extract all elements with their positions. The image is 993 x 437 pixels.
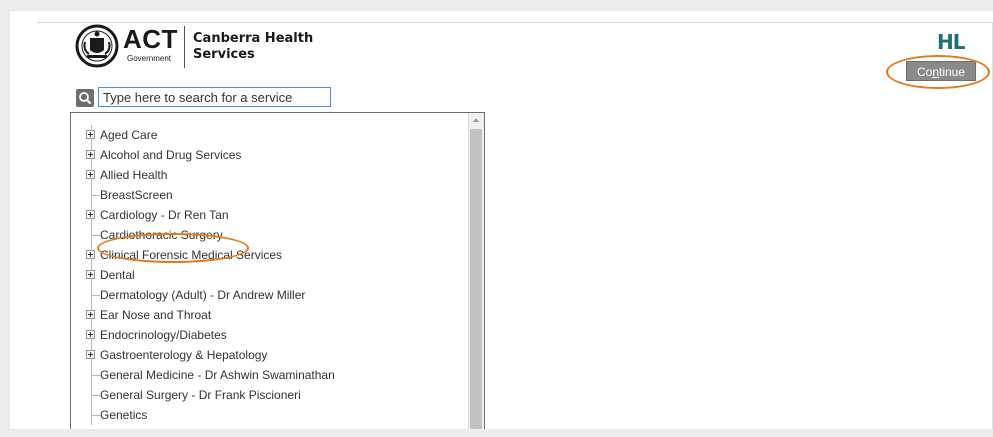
org-name: Canberra Health Services bbox=[193, 31, 313, 63]
cardiothoracic-highlight-circle bbox=[97, 233, 249, 263]
service-search-input[interactable] bbox=[98, 87, 331, 107]
tree-item-label: Dental bbox=[100, 268, 135, 282]
expand-plus-icon[interactable] bbox=[86, 170, 95, 179]
expand-plus-icon[interactable] bbox=[86, 270, 95, 279]
expand-plus-icon[interactable] bbox=[86, 310, 95, 319]
expand-plus-icon[interactable] bbox=[86, 250, 95, 259]
government-wordmark: Government bbox=[127, 54, 172, 63]
tree-scrollbar[interactable] bbox=[468, 113, 484, 429]
tree-item-label: Gastroenterology & Hepatology bbox=[100, 348, 268, 362]
app-window: ACT Government Canberra Health Services … bbox=[10, 11, 993, 429]
header-divider bbox=[37, 22, 993, 23]
expand-plus-icon[interactable] bbox=[86, 350, 95, 359]
expand-plus-icon[interactable] bbox=[86, 150, 95, 159]
tree-item-label: General Medicine - Dr Ashwin Swaminathan bbox=[100, 368, 335, 382]
tree-branch-line bbox=[91, 395, 100, 396]
scroll-thumb[interactable] bbox=[470, 129, 482, 429]
act-crest-icon bbox=[75, 24, 119, 68]
tree-branch-line bbox=[91, 235, 100, 236]
expand-plus-icon[interactable] bbox=[86, 330, 95, 339]
tree-branch-line bbox=[91, 375, 100, 376]
scroll-up-arrow-icon[interactable] bbox=[473, 118, 479, 122]
search-icon bbox=[79, 92, 92, 105]
tree-item-label: Endocrinology/Diabetes bbox=[100, 328, 227, 342]
hl-logo: HL bbox=[937, 30, 966, 54]
act-health-logo: ACT Government Canberra Health Services bbox=[75, 24, 325, 70]
continue-highlight-circle bbox=[886, 55, 990, 89]
tree-item-label: Dermatology (Adult) - Dr Andrew Miller bbox=[100, 288, 306, 302]
expand-plus-icon[interactable] bbox=[86, 130, 95, 139]
tree-item-label: General Surgery - Dr Frank Piscioneri bbox=[100, 388, 301, 402]
logo-divider bbox=[184, 26, 185, 68]
tree-item-label: Aged Care bbox=[100, 128, 158, 142]
tree-branch-line bbox=[91, 195, 100, 196]
tree-item-label: Alcohol and Drug Services bbox=[100, 148, 242, 162]
tree-item-label: Cardiology - Dr Ren Tan bbox=[100, 208, 229, 222]
tree-item-label: Ear Nose and Throat bbox=[100, 308, 212, 322]
tree-item-label: Genetics bbox=[100, 408, 148, 422]
tree-item-label: BreastScreen bbox=[100, 188, 173, 202]
search-button[interactable] bbox=[76, 89, 94, 107]
tree-branch-line bbox=[91, 415, 100, 416]
act-wordmark: ACT bbox=[123, 24, 178, 54]
org-name-line2: Services bbox=[193, 47, 255, 62]
org-name-line1: Canberra Health bbox=[193, 31, 314, 46]
service-tree[interactable]: Aged Care Alcohol and Drug Services Allied… bbox=[70, 112, 485, 429]
tree-item-label: Allied Health bbox=[100, 168, 168, 182]
tree-branch-line bbox=[91, 295, 100, 296]
expand-plus-icon[interactable] bbox=[86, 210, 95, 219]
